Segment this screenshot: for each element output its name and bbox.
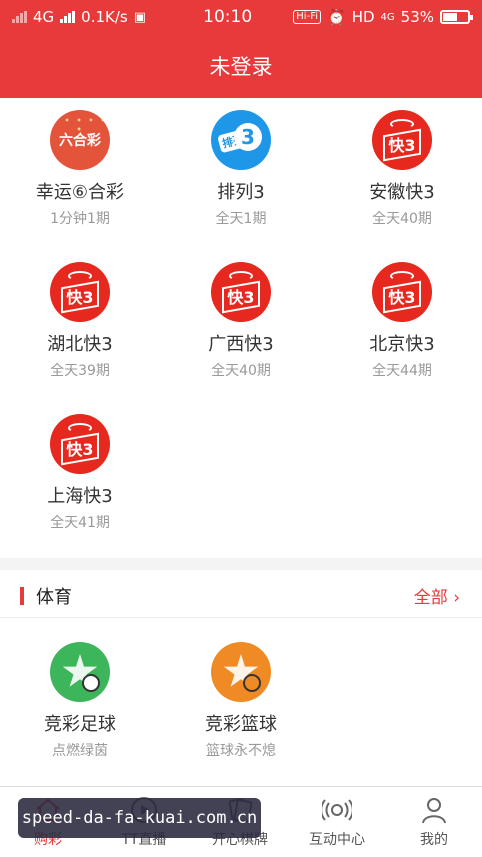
kuai3-logo-icon: 快3 <box>372 262 432 322</box>
lottery-name: 幸运⑥合彩 <box>35 182 125 203</box>
lottery-name: 广西快3 <box>208 334 274 355</box>
lottery-grid: • • • • • • 六合彩 幸运⑥合彩 1分钟1期 排列 3 排列3 全天1… <box>0 98 482 558</box>
tab-interaction-center[interactable]: 互动中心 <box>289 787 385 857</box>
kuai3-logo-icon: 快3 <box>50 414 110 474</box>
tab-mine[interactable]: 我的 <box>386 787 482 857</box>
signal-icon <box>12 11 27 23</box>
lottery-name: 排列3 <box>217 182 265 203</box>
lottery-frequency: 全天39期 <box>50 363 110 379</box>
lottery-item-shanghai-k3[interactable]: 快3 上海快3 全天41期 <box>0 402 160 542</box>
network-type: 4G <box>33 8 55 26</box>
liuhecai-logo-icon: • • • • • • 六合彩 <box>50 110 110 170</box>
pailie3-logo-icon: 排列 3 <box>211 110 271 170</box>
clock: 10:10 <box>203 7 253 27</box>
battery-icon <box>440 10 473 24</box>
lottery-frequency: 全天41期 <box>50 515 110 531</box>
view-all-link[interactable]: 全部 › <box>414 583 460 608</box>
signal-icon <box>60 11 76 23</box>
chevron-right-icon: › <box>453 588 460 608</box>
net-4g-label: 4G <box>380 11 395 23</box>
status-bar: 4G 0.1K/s ▣ 10:10 Hi-Fi ⏰ HD 4G 53% <box>0 0 482 34</box>
lottery-name: 上海快3 <box>47 486 113 507</box>
section-header: 体育 全部 › <box>0 570 482 618</box>
hifi-badge: Hi-Fi <box>293 10 321 24</box>
sport-item-basketball[interactable]: 竞彩篮球 篮球永不熄 <box>161 630 321 770</box>
lottery-frequency: 全天1期 <box>215 211 267 227</box>
sport-slogan: 点燃绿茵 <box>52 743 108 759</box>
lottery-item-anhui-k3[interactable]: 快3 安徽快3 全天40期 <box>322 98 482 238</box>
kuai3-logo-icon: 快3 <box>211 262 271 322</box>
user-icon <box>419 795 449 825</box>
lottery-item-pailie3[interactable]: 排列 3 排列3 全天1期 <box>161 98 321 238</box>
hd-label: HD <box>351 8 375 26</box>
sports-section: 体育 全部 › 竞彩足球 点燃绿茵 竞彩篮球 篮球永不熄 <box>0 570 482 786</box>
section-accent-bar <box>20 587 24 605</box>
lottery-frequency: 全天40期 <box>211 363 271 379</box>
alarm-icon: ⏰ <box>327 8 346 26</box>
sport-name: 竞彩篮球 <box>205 714 277 735</box>
lottery-item-hubei-k3[interactable]: 快3 湖北快3 全天39期 <box>0 250 160 390</box>
football-logo-icon <box>50 642 110 702</box>
sport-item-football[interactable]: 竞彩足球 点燃绿茵 <box>0 630 160 770</box>
lottery-frequency: 全天40期 <box>372 211 432 227</box>
kuai3-logo-icon: 快3 <box>372 110 432 170</box>
kuai3-logo-icon: 快3 <box>50 262 110 322</box>
net-speed: 0.1K/s <box>81 8 128 26</box>
basketball-logo-icon <box>211 642 271 702</box>
sport-slogan: 篮球永不熄 <box>206 743 276 759</box>
page-title[interactable]: 未登录 <box>0 34 482 98</box>
lottery-frequency: 1分钟1期 <box>50 211 110 227</box>
lottery-name: 安徽快3 <box>369 182 435 203</box>
lottery-name: 北京快3 <box>369 334 435 355</box>
notification-icon: ▣ <box>133 9 147 25</box>
sport-name: 竞彩足球 <box>44 714 116 735</box>
watermark-banner: speed-da-fa-kuai.com.cn <box>18 798 261 838</box>
lottery-item-beijing-k3[interactable]: 快3 北京快3 全天44期 <box>322 250 482 390</box>
broadcast-icon <box>320 795 354 825</box>
lottery-frequency: 全天44期 <box>372 363 432 379</box>
battery-percent: 53% <box>400 8 434 26</box>
lottery-item-xingyun6[interactable]: • • • • • • 六合彩 幸运⑥合彩 1分钟1期 <box>0 98 160 238</box>
section-title: 体育 <box>36 587 72 608</box>
lottery-name: 湖北快3 <box>47 334 113 355</box>
lottery-item-guangxi-k3[interactable]: 快3 广西快3 全天40期 <box>161 250 321 390</box>
